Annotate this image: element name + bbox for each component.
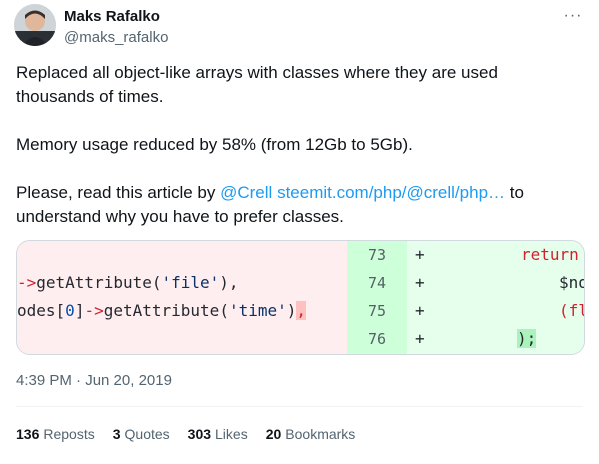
- line-number: 74: [367, 274, 387, 292]
- quotes-label: Quotes: [124, 426, 170, 442]
- added-marker: +: [415, 301, 425, 320]
- engagement-stats: 136 Reposts 3 Quotes 303 Likes 20 Bookmarks: [16, 426, 355, 442]
- removed-code-line: odes[0]->getAttribute('time'),: [17, 301, 307, 320]
- code-fragment: 'time': [228, 301, 287, 320]
- diff-line-gutter: 73 74 75 76: [347, 241, 407, 354]
- author-handle[interactable]: @maks_rafalko: [64, 29, 168, 46]
- bookmarks-label: Bookmarks: [285, 426, 356, 442]
- added-code-line: $nod: [559, 273, 584, 292]
- quotes-count: 3: [112, 426, 121, 442]
- code-fragment: ,: [296, 301, 307, 320]
- timestamp[interactable]: 4:39 PM · Jun 20, 2019: [16, 372, 172, 389]
- added-marker: +: [415, 245, 425, 264]
- code-fragment: ): [286, 301, 297, 320]
- tweet-paragraph-2: Memory usage reduced by 58% (from 12Gb t…: [16, 135, 413, 154]
- diff-removed-pane: ->getAttribute('file'), odes[0]->getAttr…: [17, 241, 347, 354]
- line-number: 75: [367, 302, 387, 320]
- avatar-photo: [14, 4, 56, 46]
- added-code-line: (flo: [559, 301, 584, 320]
- avatar[interactable]: [14, 4, 56, 46]
- code-diff-image[interactable]: ->getAttribute('file'), odes[0]->getAttr…: [16, 240, 585, 355]
- code-fragment: );: [517, 329, 537, 348]
- code-fragment: getAttribute(: [36, 273, 162, 292]
- bookmarks-stat[interactable]: 20 Bookmarks: [266, 426, 356, 442]
- mention-link[interactable]: @Crell: [220, 183, 272, 202]
- added-marker: +: [415, 273, 425, 292]
- code-fragment: ),: [219, 273, 239, 292]
- tweet-text: Replaced all object-like arrays with cla…: [16, 61, 576, 253]
- reposts-count: 136: [16, 426, 40, 442]
- bookmarks-count: 20: [265, 426, 282, 442]
- paragraph-text: Please, read this article by: [16, 183, 221, 202]
- quotes-stat[interactable]: 3 Quotes: [113, 426, 170, 442]
- reposts-stat[interactable]: 136 Reposts: [16, 426, 95, 442]
- divider: [16, 406, 583, 407]
- likes-count: 303: [187, 426, 212, 442]
- tweet-paragraph-1: Replaced all object-like arrays with cla…: [16, 63, 498, 106]
- line-number: 73: [367, 246, 387, 264]
- code-fragment: 'file': [161, 273, 220, 292]
- author-name[interactable]: Maks Rafalko: [64, 8, 160, 25]
- reposts-label: Reposts: [43, 426, 95, 442]
- code-fragment: getAttribute(: [103, 301, 229, 320]
- line-number: 76: [367, 330, 387, 348]
- code-fragment: return T: [521, 245, 579, 264]
- code-fragment: 0: [65, 301, 75, 320]
- more-options-button[interactable]: ···: [559, 6, 587, 26]
- likes-label: Likes: [215, 426, 248, 442]
- diff-added-pane: + + + + return T $nod (flo );: [407, 241, 584, 354]
- tweet-card: Maks Rafalko @maks_rafalko ··· Replaced …: [0, 0, 599, 464]
- code-fragment: ]: [74, 301, 85, 320]
- added-marker: +: [415, 329, 425, 348]
- article-link[interactable]: steemit.com/php/@crell/php…: [277, 183, 505, 202]
- code-fragment: odes[: [17, 301, 66, 320]
- likes-stat[interactable]: 303 Likes: [188, 426, 248, 442]
- added-code-line: );: [517, 325, 537, 353]
- removed-code-line: ->getAttribute('file'),: [17, 273, 239, 292]
- more-dots-icon: ···: [563, 7, 583, 24]
- added-code-line: return T: [521, 241, 584, 269]
- tweet-paragraph-3: Please, read this article by @Crell stee…: [16, 181, 576, 229]
